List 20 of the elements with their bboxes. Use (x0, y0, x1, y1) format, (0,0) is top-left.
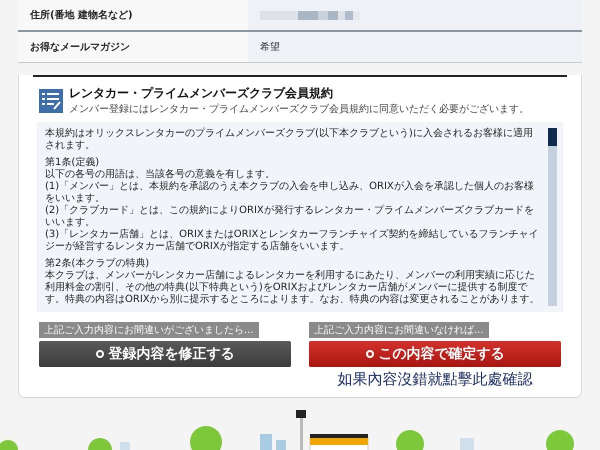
field-label: お得なメールマガジン (18, 32, 248, 62)
terms-text: 本規約はオリックスレンタカーのプライムメンバーズクラブ(以下本クラブという)に入会されるお客様に適用されます。 (45, 128, 534, 152)
terms-text: 本クラブは、メンバーがレンタカー店舗によるレンタカーを利用するにあたり、メンバーの利用実績に応じた利用料金の割引、その他の特典(以下特典という)をORIXおよびレンタカー店舗がメンバーに提供する制度です。特典の内容はORIXから別に提示するところによります。なお、特典の内容は変更されることがあります。 (45, 270, 541, 306)
terms-title: レンタカー・プライムメンバーズクラブ会員規約 (69, 85, 334, 102)
terms-text: (1)「メンバー」とは、本規約を承認のうえ本クラブの入会を申し込み、ORIXが入会を承認した個人のお客様をいいます。 (45, 181, 535, 204)
terms-text: (2)「クラブカード」とは、この規約によりORIXが発行するレンタカー・プライムメンバーズクラブカードをいいます。 (45, 205, 535, 228)
edit-button[interactable]: 登録内容を修正する (39, 341, 291, 367)
terms-text: 第2条(本クラブの特典) (45, 258, 150, 270)
scrollbar[interactable] (548, 128, 557, 306)
terms-text: 以下の各号の用語は、当該各号の意義を有します。 (45, 169, 276, 180)
confirm-button[interactable]: この内容で確定する (309, 341, 561, 367)
checklist-icon (39, 88, 63, 112)
field-label: 住所(番地 建物名など) (18, 0, 248, 30)
terms-subtitle: メンバー登録にはレンタカー・プライムメンバーズクラブ会員規約に同意いただく必要がございます。 (69, 102, 529, 116)
terms-text: (3)「レンタカー店舗」とは、ORIXまたはORIXとレンタカーフランチャイズ契約を締結しているフランチャイジーが経営するレンタカー店舗でORIXが指定する店舗をいいます。 (45, 229, 540, 253)
hint-label: 上記ご入力内容にお間違いがございましたら... (39, 322, 259, 338)
annotation-text: 如果內容沒錯就點擊此處確認 (338, 370, 532, 389)
hint-label: 上記ご入力内容にお間違いなければ... (309, 322, 489, 338)
field-value: 希望 (260, 40, 280, 54)
terms-text: 第1条(定義) (45, 157, 100, 168)
